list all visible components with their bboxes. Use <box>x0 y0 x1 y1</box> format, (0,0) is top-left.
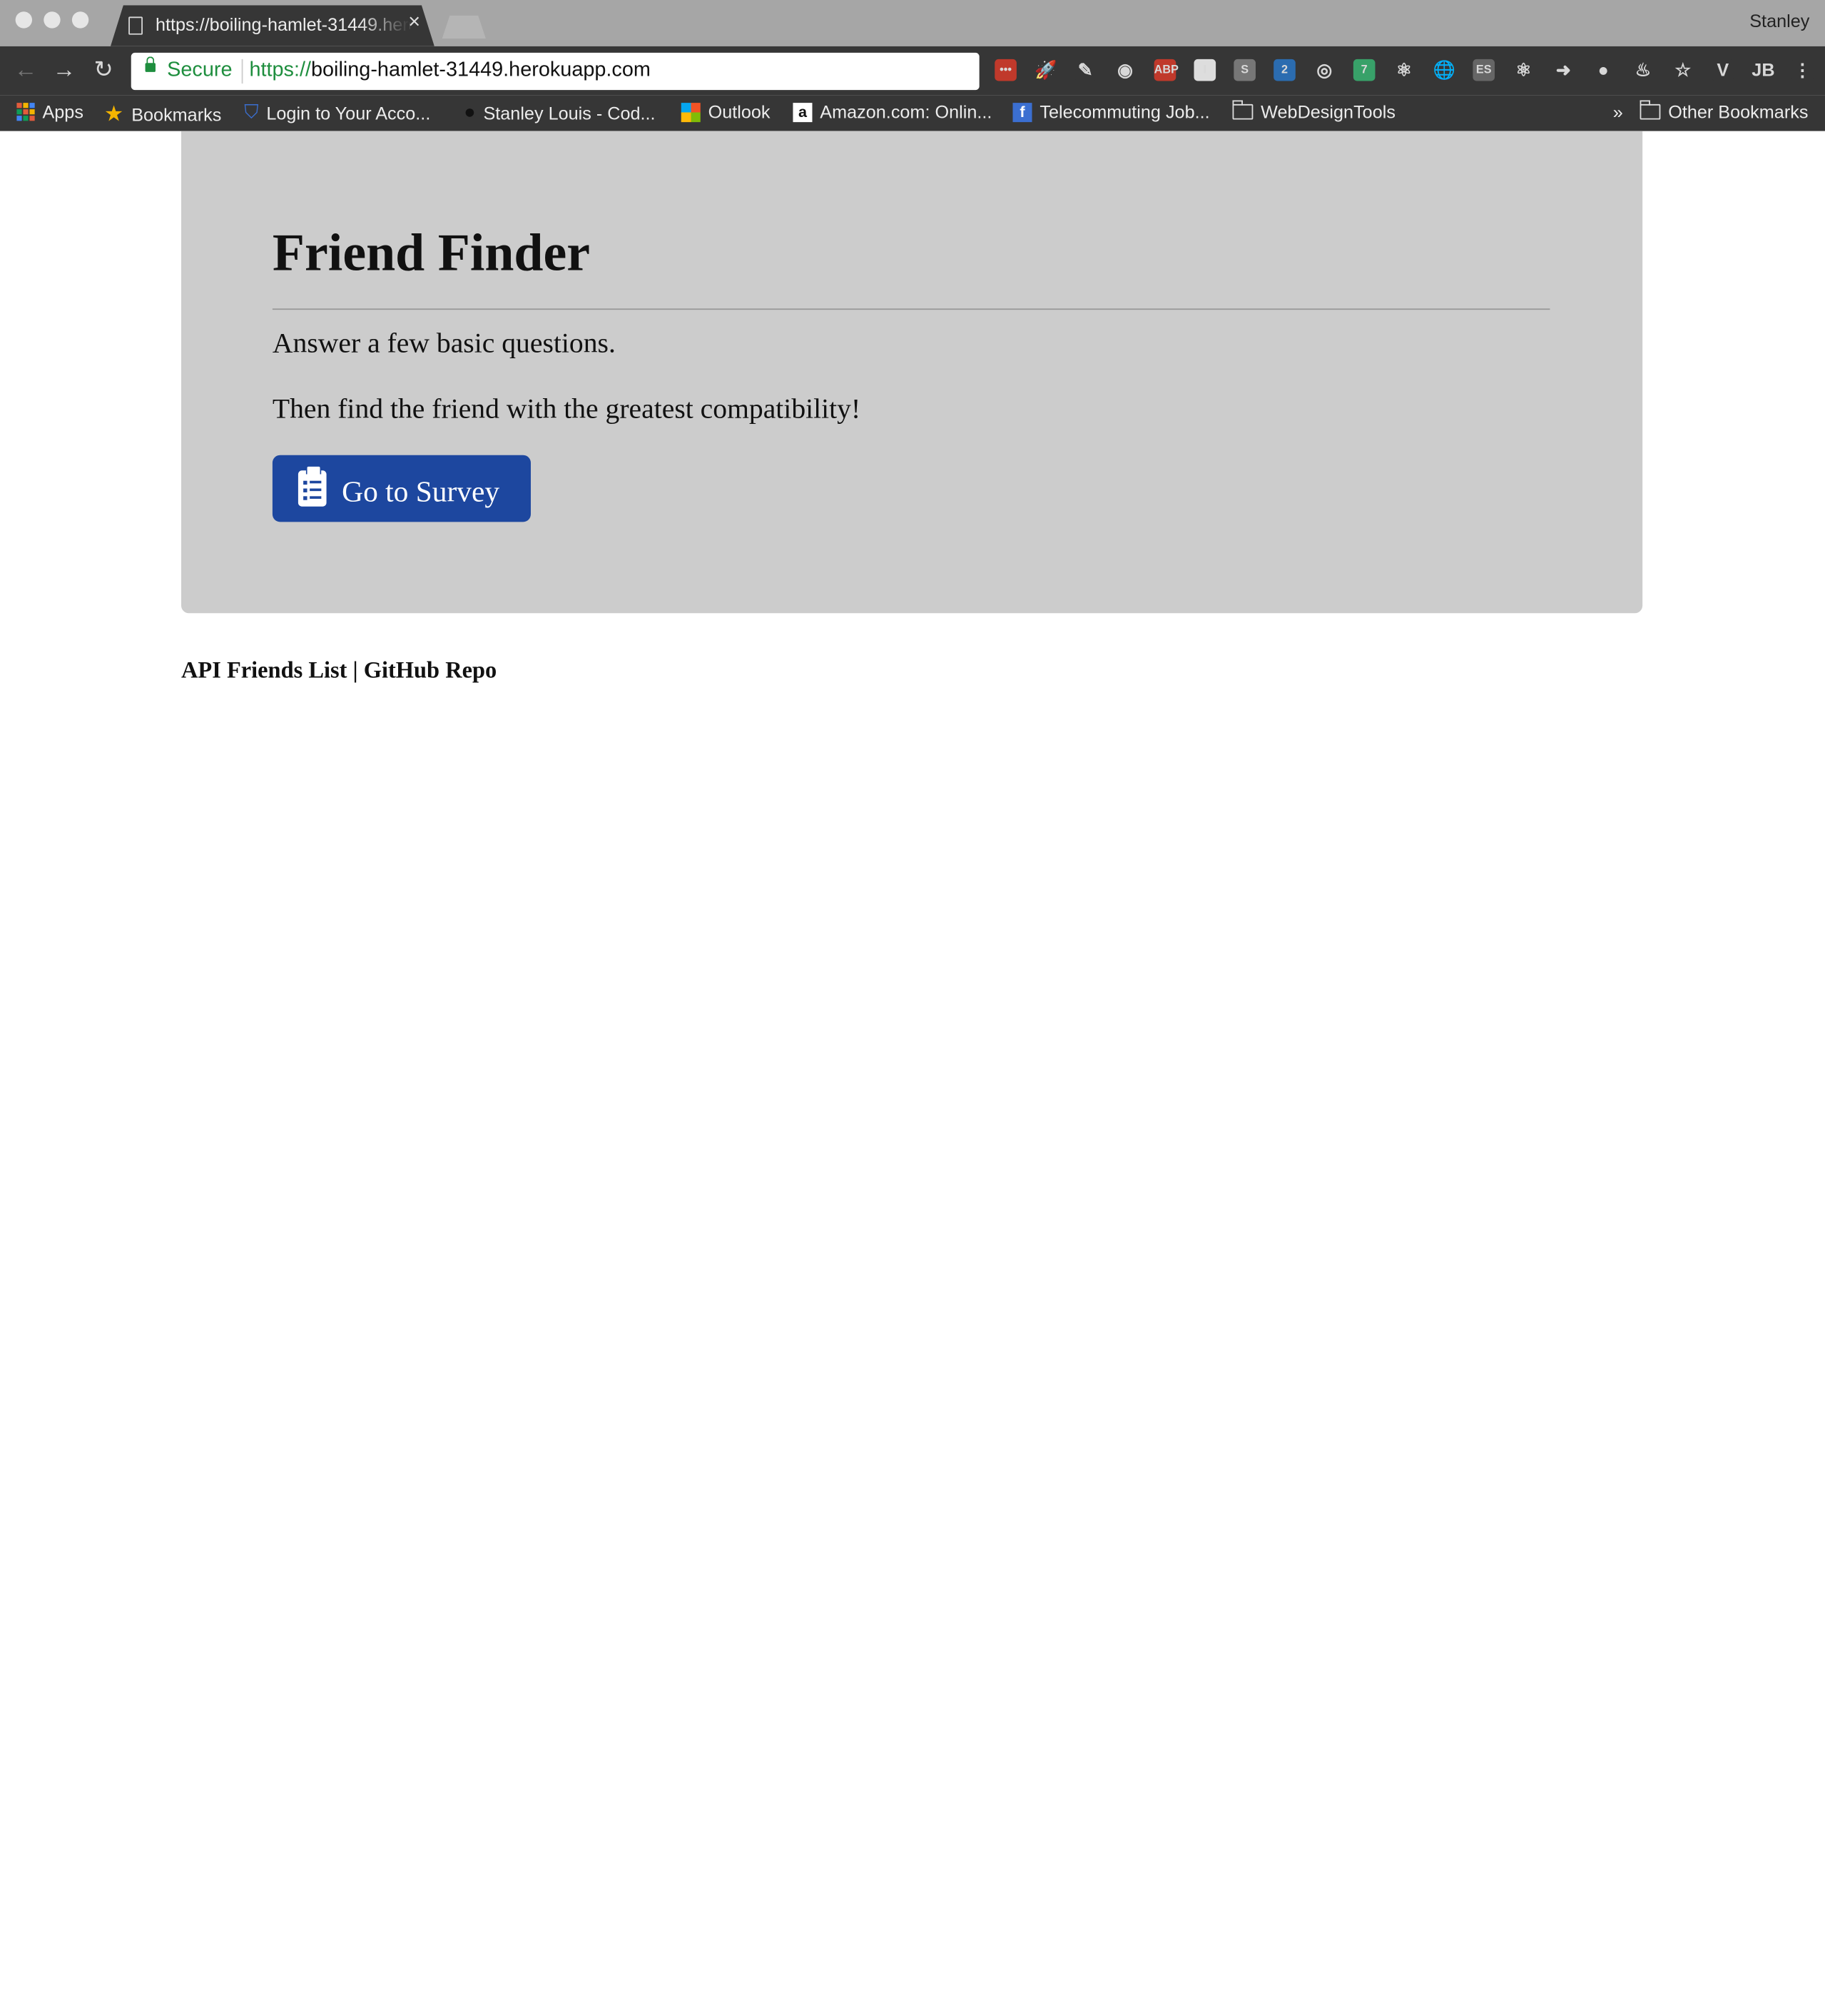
clipboard-list-icon <box>298 465 327 507</box>
star-icon: ★ <box>103 101 124 126</box>
bookmark-item[interactable]: ● Stanley Louis - Cod... <box>464 101 655 123</box>
address-bar[interactable]: Secure https://boiling-hamlet-31449.hero… <box>131 52 980 91</box>
bookmark-item[interactable]: ⛉ Login to Your Acco... <box>244 101 430 123</box>
security-label: Secure <box>167 59 233 81</box>
browser-toolbar: ← → ↻ Secure https://boiling-hamlet-3144… <box>0 46 1825 96</box>
shield-icon: ⛉ <box>244 101 259 123</box>
github-repo-link[interactable]: GitHub Repo <box>364 657 497 683</box>
bookmark-label: WebDesignTools <box>1261 101 1396 123</box>
back-icon[interactable]: ← <box>14 56 37 83</box>
bookmark-item[interactable]: Outlook <box>681 101 771 123</box>
page-content: Friend Finder Answer a few basic questio… <box>0 131 1825 2016</box>
minimize-window-button[interactable] <box>44 11 61 29</box>
react-icon[interactable]: ⚛ <box>1393 59 1415 81</box>
go-to-survey-button[interactable]: Go to Survey <box>272 455 531 522</box>
new-tab-button[interactable] <box>442 15 486 39</box>
bookmark-label: Apps <box>42 101 83 123</box>
url-host: boiling-hamlet-31449.herokuapp.com <box>310 59 651 81</box>
address-separator <box>241 59 243 84</box>
amazon-icon: a <box>793 102 813 122</box>
react-devtools-icon[interactable]: ⚛ <box>1513 59 1535 81</box>
bookmark-apps[interactable]: Apps <box>16 101 83 122</box>
bookmarks-overflow-icon[interactable]: » <box>1613 101 1623 122</box>
intro-text: Answer a few basic questions. <box>272 326 616 359</box>
reload-icon[interactable]: ↻ <box>94 56 113 83</box>
bookmark-label: Bookmarks <box>131 103 222 125</box>
flexjobs-icon: f <box>1012 102 1032 122</box>
bookmark-item[interactable]: a Amazon.com: Onlin... <box>793 101 992 122</box>
divider <box>272 308 1550 310</box>
badge-icon[interactable]: 2 <box>1274 59 1296 81</box>
active-tab[interactable]: https://boiling-hamlet-31449.herokuapp.c… <box>110 5 434 46</box>
page-title: Friend Finder <box>272 222 591 282</box>
bookmarks-bar: Apps ★ Bookmarks ⛉ Login to Your Acco...… <box>0 95 1825 131</box>
bookmark-item[interactable]: ★ Bookmarks <box>104 101 221 127</box>
github-icon: ● <box>464 101 476 123</box>
star-icon[interactable]: ☆ <box>1672 59 1694 81</box>
folder-icon <box>1231 100 1254 120</box>
microsoft-icon <box>681 102 701 122</box>
tab-close-icon[interactable]: × <box>408 11 420 34</box>
forward-icon[interactable]: → <box>53 56 76 83</box>
globe-icon[interactable]: 🌐 <box>1433 59 1455 81</box>
jumbotron: Friend Finder Answer a few basic questio… <box>181 131 1643 614</box>
bookmark-label: Telecommuting Job... <box>1039 101 1210 123</box>
bookmark-label: Outlook <box>708 101 771 123</box>
disc-icon[interactable]: ● <box>1592 59 1615 81</box>
lastpass-icon[interactable]: ••• <box>995 59 1017 81</box>
calendar-icon[interactable]: 7 <box>1353 59 1376 81</box>
footer-links: API Friends List | GitHub Repo <box>181 657 497 684</box>
vue-icon[interactable]: V <box>1712 59 1734 81</box>
lock-icon <box>145 56 156 72</box>
adblock-plus-icon[interactable]: ABP <box>1154 59 1179 81</box>
menu-icon[interactable]: ⋮ <box>1791 59 1814 81</box>
survey-button-label: Go to Survey <box>342 475 500 507</box>
close-window-button[interactable] <box>15 11 33 29</box>
url-scheme: https:// <box>249 59 311 81</box>
scribd-icon[interactable]: S <box>1234 59 1256 81</box>
eyedropper-icon[interactable]: ✎ <box>1074 59 1097 81</box>
url-text[interactable]: https://boiling-hamlet-31449.herokuapp.c… <box>249 59 650 82</box>
zoom-window-button[interactable] <box>71 11 89 29</box>
instapaper-icon[interactable]: I <box>1194 59 1216 81</box>
jetbrains-icon[interactable]: JB <box>1752 59 1775 81</box>
folder-icon <box>1639 100 1661 120</box>
arrow-icon[interactable]: ➜ <box>1552 59 1575 81</box>
other-bookmarks-folder[interactable]: Other Bookmarks <box>1639 100 1809 123</box>
steam-icon[interactable]: ♨ <box>1632 59 1654 81</box>
circle-icon[interactable]: ◉ <box>1114 59 1137 81</box>
tab-strip: https://boiling-hamlet-31449.herokuapp.c… <box>0 0 1825 46</box>
target-icon[interactable]: ◎ <box>1313 59 1336 81</box>
bookmark-label: Amazon.com: Onlin... <box>820 101 992 123</box>
bookmark-folder[interactable]: WebDesignTools <box>1231 100 1396 123</box>
bookmark-label: Stanley Louis - Cod... <box>483 102 656 123</box>
page-icon <box>128 16 143 35</box>
tab-title: https://boiling-hamlet-31449.herokuapp.c… <box>155 14 410 35</box>
tagline-text: Then find the friend with the greatest c… <box>272 392 861 425</box>
profile-name[interactable]: Stanley <box>1749 10 1809 31</box>
apps-grid-icon <box>16 103 35 121</box>
bookmark-item[interactable]: f Telecommuting Job... <box>1012 101 1210 123</box>
bookmark-label: Other Bookmarks <box>1668 101 1809 123</box>
bookmark-label: Login to Your Acco... <box>266 102 431 123</box>
rocket-icon[interactable]: 🚀 <box>1034 59 1057 81</box>
window-controls[interactable] <box>15 11 89 29</box>
es-icon[interactable]: ES <box>1473 59 1495 81</box>
api-friends-list-link[interactable]: API Friends List <box>181 657 347 683</box>
footer-separator: | <box>347 657 364 683</box>
